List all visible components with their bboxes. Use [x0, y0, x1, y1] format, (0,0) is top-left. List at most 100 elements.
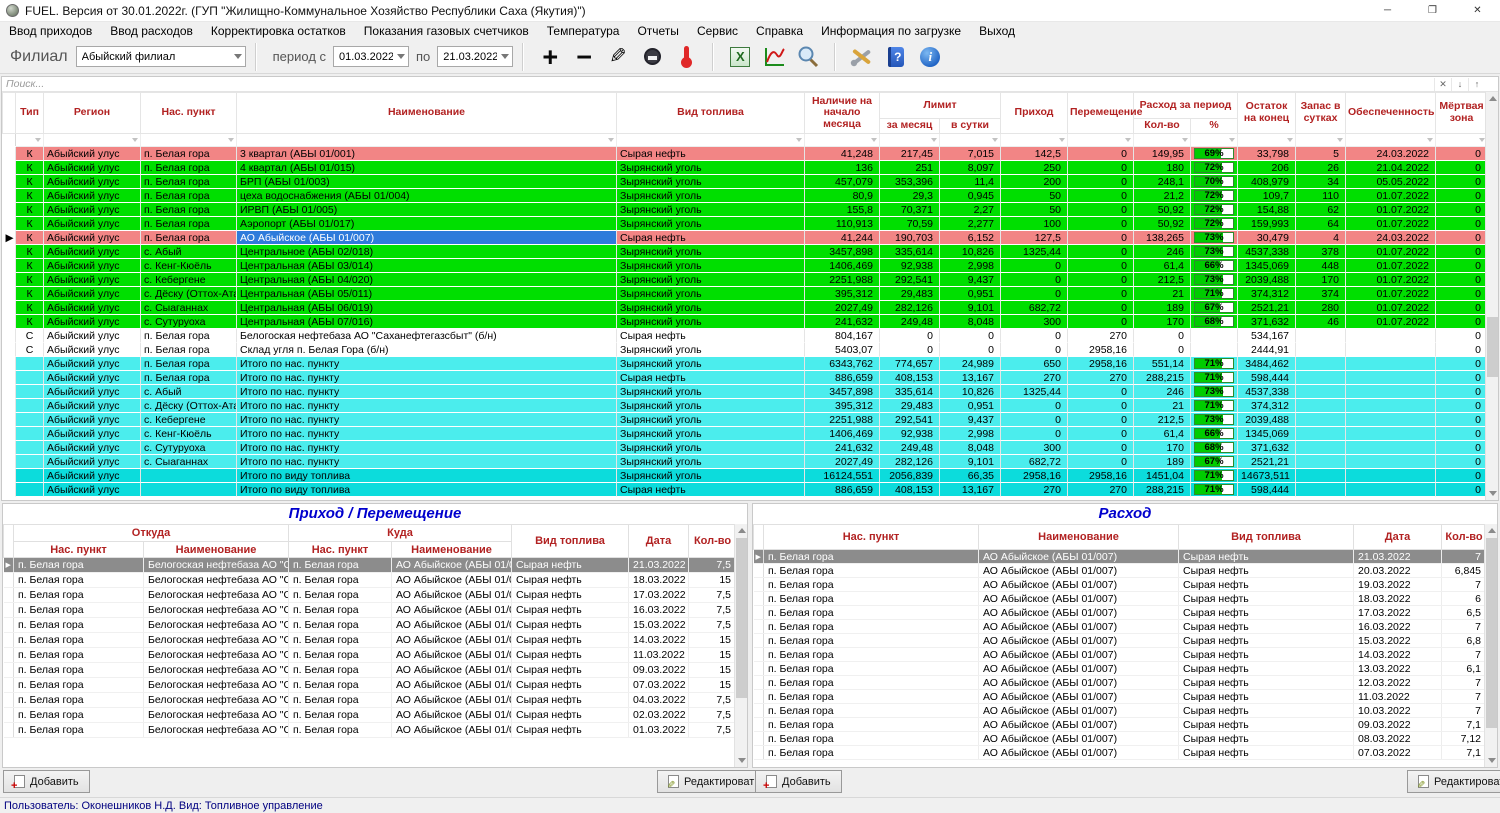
cell[interactable]: п. Белая гора — [14, 648, 144, 663]
cell[interactable]: 70,59 — [880, 217, 940, 231]
cell[interactable]: АО Абыйское (АБЫ 01/007) — [979, 690, 1179, 704]
cell[interactable]: п. Белая гора — [289, 708, 392, 723]
cell[interactable]: 0 — [1068, 203, 1134, 217]
tools-button[interactable] — [845, 42, 879, 72]
col-header-obespech[interactable]: Обеспеченность — [1346, 93, 1436, 134]
cell[interactable]: 8,048 — [940, 315, 1001, 329]
table-row[interactable]: КАбыйский улусп. Белая горацеха водоснаб… — [3, 189, 1488, 203]
cell[interactable]: 50 — [1001, 203, 1068, 217]
cell[interactable] — [16, 385, 44, 399]
scroll-down-icon[interactable] — [1485, 754, 1498, 767]
cell[interactable]: 15.03.2022 — [1354, 634, 1442, 648]
cell[interactable]: Итого по нас. пункту — [237, 455, 617, 469]
table-row[interactable]: КАбыйский улусс. СыаганнахЦентральная (А… — [3, 301, 1488, 315]
cell[interactable]: 0 — [1436, 301, 1488, 315]
cell[interactable]: с. Абый — [141, 385, 237, 399]
cell[interactable]: 0 — [880, 329, 940, 343]
table-row[interactable]: Абыйский улусИтого по виду топливаЗырянс… — [3, 469, 1488, 483]
cell[interactable]: 0 — [1436, 161, 1488, 175]
cell[interactable] — [1346, 357, 1436, 371]
cell[interactable]: п. Белая гора — [764, 662, 979, 676]
col-header-kuda[interactable]: Куда — [289, 525, 512, 542]
cell[interactable]: Сырая нефть — [512, 618, 629, 633]
table-row[interactable]: Абыйский улусс. СутуруохаИтого по нас. п… — [3, 441, 1488, 455]
cell[interactable]: п. Белая гора — [764, 704, 979, 718]
col-header-name-to[interactable]: Наименование — [392, 542, 512, 558]
cell[interactable]: 0 — [1134, 343, 1191, 357]
cell[interactable]: 212,5 — [1134, 273, 1191, 287]
cell[interactable] — [1296, 427, 1346, 441]
cell[interactable]: 80,9 — [805, 189, 880, 203]
cell[interactable]: 0 — [1068, 189, 1134, 203]
cell[interactable]: 448 — [1296, 259, 1346, 273]
cell[interactable]: 0 — [1436, 287, 1488, 301]
cell[interactable]: АО Абыйское (АБЫ 01/007) — [392, 678, 512, 693]
cell[interactable]: АО Абыйское (АБЫ 01/007) — [392, 648, 512, 663]
cell[interactable]: 0 — [940, 329, 1001, 343]
cell[interactable]: 68% — [1191, 441, 1238, 455]
cell[interactable]: 250 — [1001, 161, 1068, 175]
cell[interactable]: 682,72 — [1001, 455, 1068, 469]
cell[interactable]: Абыйский улус — [44, 245, 141, 259]
cell[interactable]: п. Белая гора — [764, 578, 979, 592]
cell[interactable]: 6 — [1442, 592, 1487, 606]
col-header-qty[interactable]: Кол-во — [689, 525, 737, 558]
cell[interactable]: Сырая нефть — [512, 663, 629, 678]
table-row[interactable]: п. Белая гораБелогоская нефтебаза АО "Са… — [4, 633, 737, 648]
cell[interactable] — [1296, 371, 1346, 385]
cell[interactable]: 280 — [1296, 301, 1346, 315]
cell[interactable] — [16, 399, 44, 413]
cell[interactable]: Абыйский улус — [44, 399, 141, 413]
cell[interactable]: п. Белая гора — [289, 633, 392, 648]
cell[interactable]: 0 — [1068, 245, 1134, 259]
cell[interactable]: 0 — [1436, 469, 1488, 483]
col-header-mertv[interactable]: Мёртвая зона — [1436, 93, 1488, 134]
cell[interactable]: АО Абыйское (АБЫ 01/007) — [979, 634, 1179, 648]
cell[interactable]: 0 — [1436, 385, 1488, 399]
cell[interactable]: 7,5 — [689, 588, 737, 603]
cell[interactable]: п. Белая гора — [14, 633, 144, 648]
cell[interactable]: п. Белая гора — [764, 620, 979, 634]
cell[interactable]: Абыйский улус — [44, 189, 141, 203]
cell[interactable]: с. Кенг-Кюёль — [141, 427, 237, 441]
cell[interactable] — [16, 371, 44, 385]
cell[interactable]: 3484,462 — [1238, 357, 1296, 371]
col-header-name[interactable]: Наименование — [237, 93, 617, 134]
cell[interactable]: 72% — [1191, 203, 1238, 217]
cell[interactable]: Сырая нефть — [617, 147, 805, 161]
cell[interactable]: п. Белая гора — [764, 732, 979, 746]
add-button[interactable]: + — [533, 42, 567, 72]
cell[interactable]: АО Абыйское (АБЫ 01/007) — [979, 564, 1179, 578]
cell[interactable]: 282,126 — [880, 455, 940, 469]
search-bar[interactable]: Поиск... ✕ ↓ ↑ — [2, 77, 1498, 92]
cell[interactable]: 15.03.2022 — [629, 618, 689, 633]
cell[interactable]: п. Белая гора — [289, 588, 392, 603]
cell[interactable]: 2039,488 — [1238, 273, 1296, 287]
cell[interactable]: п. Белая гора — [289, 723, 392, 738]
cell[interactable]: 136 — [805, 161, 880, 175]
cell[interactable]: Сырая нефть — [512, 558, 629, 573]
cell[interactable]: 408,153 — [880, 483, 940, 497]
menu-item[interactable]: Выход — [970, 23, 1024, 39]
column-filter[interactable] — [940, 134, 1001, 147]
cell[interactable]: п. Белая гора — [14, 678, 144, 693]
cell[interactable]: 1406,469 — [805, 259, 880, 273]
cell[interactable]: Белогоская нефтебаза АО "Са — [144, 603, 289, 618]
cell[interactable]: 0 — [1068, 175, 1134, 189]
cell[interactable]: Сырая нефть — [617, 371, 805, 385]
cell[interactable]: Сырая нефть — [617, 483, 805, 497]
column-filter[interactable] — [1001, 134, 1068, 147]
table-row[interactable]: КАбыйский улусс. СутуруохаЦентральная (А… — [3, 315, 1488, 329]
cell[interactable]: с. Дёску (Оттох-Атах) — [141, 287, 237, 301]
cell[interactable]: Белогоская нефтебаза АО "Са — [144, 648, 289, 663]
cell[interactable]: 0 — [1068, 161, 1134, 175]
cell[interactable]: 170 — [1134, 315, 1191, 329]
column-filter[interactable] — [805, 134, 880, 147]
cell[interactable]: п. Белая гора — [289, 558, 392, 573]
cell[interactable]: 0 — [1436, 315, 1488, 329]
cell[interactable]: БРП (АБЫ 01/003) — [237, 175, 617, 189]
cell[interactable]: 0 — [1134, 329, 1191, 343]
cell[interactable]: 71% — [1191, 371, 1238, 385]
cell[interactable]: Итого по нас. пункту — [237, 441, 617, 455]
cell[interactable] — [1346, 469, 1436, 483]
